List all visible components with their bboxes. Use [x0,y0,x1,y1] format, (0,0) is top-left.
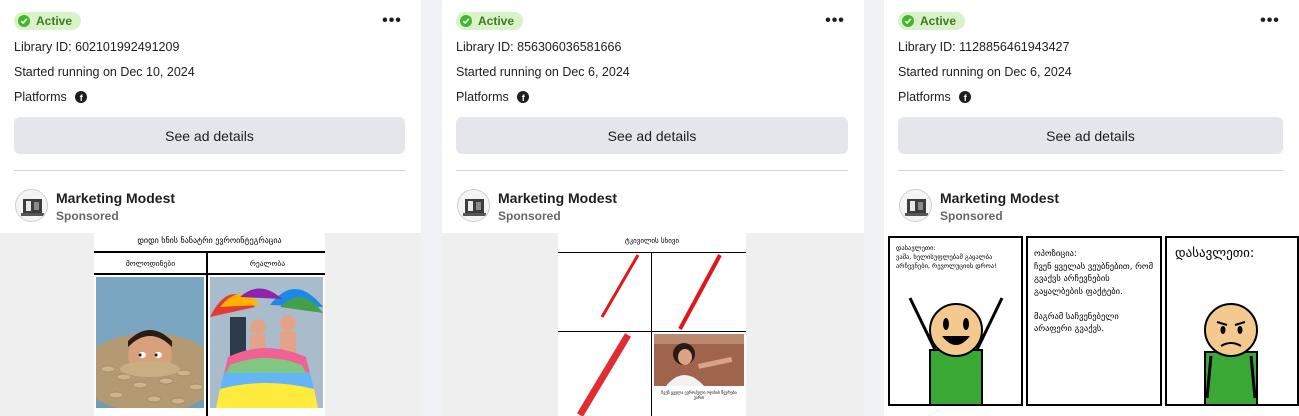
image-rule-2 [94,273,325,275]
more-options-button[interactable]: ••• [379,10,405,32]
see-ad-details-button[interactable]: See ad details [14,117,405,154]
library-id: Library ID: 602101992491209 [14,40,180,54]
ad-image-comic[interactable]: დასავლეთი: ვაშა, ხელისუფლებამ გაყალბა არ… [888,236,1299,408]
more-options-button[interactable]: ••• [822,10,848,32]
expectations-label: მოლოდინები [125,259,176,268]
check-circle-icon [460,15,472,27]
platforms-label: Platforms [898,90,951,104]
more-dots-icon: ••• [1260,12,1280,29]
facebook-icon: f [516,91,529,103]
comic-panel-3: დასავლეთი: [1165,236,1299,406]
started-running-date: Started running on Dec 6, 2024 [456,65,630,79]
sponsored-label: Sponsored [940,209,1003,223]
more-options-button[interactable]: ••• [1257,10,1283,32]
divider [456,170,848,171]
image-center-rule [206,251,208,416]
check-circle-icon [18,15,30,27]
divider [14,170,405,171]
page-name-link[interactable]: Marketing Modest [940,190,1059,206]
image-title: დიდი ხნის ნანატრი ევროინტეგრაცია [137,236,282,245]
image-rule [94,251,325,253]
page-avatar[interactable] [15,189,48,222]
red-beam-graphic [576,254,722,416]
ad-card-1: Active ••• Library ID: 602101992491209 S… [0,0,421,416]
coins-photo [96,277,204,408]
status-label: Active [920,14,957,28]
platforms-label: Platforms [456,90,509,104]
status-label: Active [478,14,515,28]
disappointed-character [1204,303,1258,404]
woman-photo [654,334,744,386]
page-avatar[interactable] [899,189,932,222]
active-status-badge: Active [14,12,82,30]
platforms-row: Platforms f [14,90,87,104]
ad-card-3: Active ••• Library ID: 1128856461943427 … [884,0,1299,416]
comic-panel-1: დასავლეთი: ვაშა, ხელისუფლებამ გაყალბა არ… [888,236,1023,406]
started-running-date: Started running on Dec 6, 2024 [898,65,1072,79]
active-status-badge: Active [456,12,524,30]
check-circle-icon [902,15,914,27]
sponsored-label: Sponsored [498,209,561,223]
see-ad-details-button[interactable]: See ad details [898,117,1283,154]
ad-card-2: Active ••• Library ID: 856306036581666 S… [442,0,864,416]
more-dots-icon: ••• [382,12,402,29]
platforms-row: Platforms f [898,90,971,104]
page-avatar[interactable] [457,189,490,222]
reality-label: რეალობა [249,259,286,268]
active-status-badge: Active [898,12,966,30]
parade-photo [210,277,323,408]
more-dots-icon: ••• [825,12,845,29]
platforms-row: Platforms f [456,90,529,104]
platforms-label: Platforms [14,90,67,104]
sponsored-label: Sponsored [56,209,119,223]
ad-image-meme[interactable]: დიდი ხნის ნანატრი ევროინტეგრაცია მოლოდინ… [94,233,325,416]
library-id: Library ID: 856306036581666 [456,40,622,54]
library-id: Library ID: 1128856461943427 [898,40,1070,54]
divider [898,170,1283,171]
see-ad-details-button[interactable]: See ad details [456,117,848,154]
ad-image-meme[interactable]: ტკივილის სხივი ჩვენ ყველა ევროპული ოჯახი… [558,233,746,416]
status-label: Active [36,14,73,28]
image-caption: ჩვენ ყველა ევროპული ოჯახის წევრები ვართ [661,390,737,400]
facebook-icon: f [958,91,971,103]
cheering-character [908,297,1004,404]
page-name-link[interactable]: Marketing Modest [498,190,617,206]
page-name-link[interactable]: Marketing Modest [56,190,175,206]
facebook-icon: f [74,91,87,103]
comic-panel-2: ოპოზიცია: ჩვენ ყველას ვეუბნებით, რომ გვა… [1026,236,1162,406]
started-running-date: Started running on Dec 10, 2024 [14,65,195,79]
panel-2-text: ოპოზიცია: ჩვენ ყველას ვეუბნებით, რომ გვა… [1034,249,1154,334]
